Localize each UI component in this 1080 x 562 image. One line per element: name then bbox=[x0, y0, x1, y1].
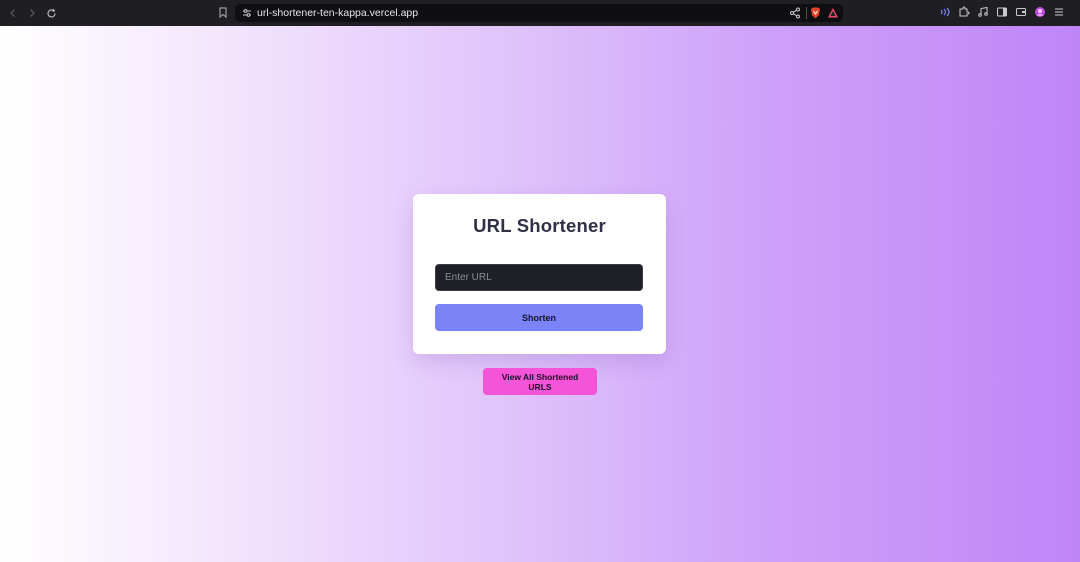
toolbar-icons bbox=[938, 5, 1066, 19]
view-all-urls-button[interactable]: View All Shortened URLS bbox=[483, 368, 597, 395]
site-settings-icon[interactable] bbox=[241, 7, 253, 19]
address-bar[interactable]: url-shortener-ten-kappa.vercel.app bbox=[235, 4, 843, 22]
brave-rewards-icon[interactable] bbox=[827, 7, 839, 19]
menu-icon[interactable] bbox=[1052, 5, 1066, 19]
shortener-card: URL Shortener Shorten bbox=[413, 194, 666, 354]
back-icon[interactable] bbox=[4, 4, 22, 22]
leo-ai-icon[interactable] bbox=[938, 5, 952, 19]
profile-icon[interactable] bbox=[1033, 5, 1047, 19]
reload-icon[interactable] bbox=[42, 4, 60, 22]
sidebar-icon[interactable] bbox=[995, 5, 1009, 19]
address-divider bbox=[806, 7, 807, 19]
media-icon[interactable] bbox=[976, 5, 990, 19]
bookmark-icon[interactable] bbox=[219, 7, 227, 18]
url-text[interactable]: url-shortener-ten-kappa.vercel.app bbox=[257, 6, 418, 20]
brave-shields-icon[interactable] bbox=[810, 7, 821, 19]
forward-icon[interactable] bbox=[23, 4, 41, 22]
extensions-icon[interactable] bbox=[957, 5, 971, 19]
page-title: URL Shortener bbox=[473, 215, 606, 236]
wallet-icon[interactable] bbox=[1014, 5, 1028, 19]
url-input[interactable] bbox=[435, 264, 643, 291]
share-icon[interactable] bbox=[789, 7, 801, 19]
shorten-button[interactable]: Shorten bbox=[435, 304, 643, 331]
browser-toolbar: url-shortener-ten-kappa.vercel.app bbox=[0, 0, 1080, 26]
page-background: URL Shortener Shorten View All Shortened… bbox=[0, 26, 1080, 562]
